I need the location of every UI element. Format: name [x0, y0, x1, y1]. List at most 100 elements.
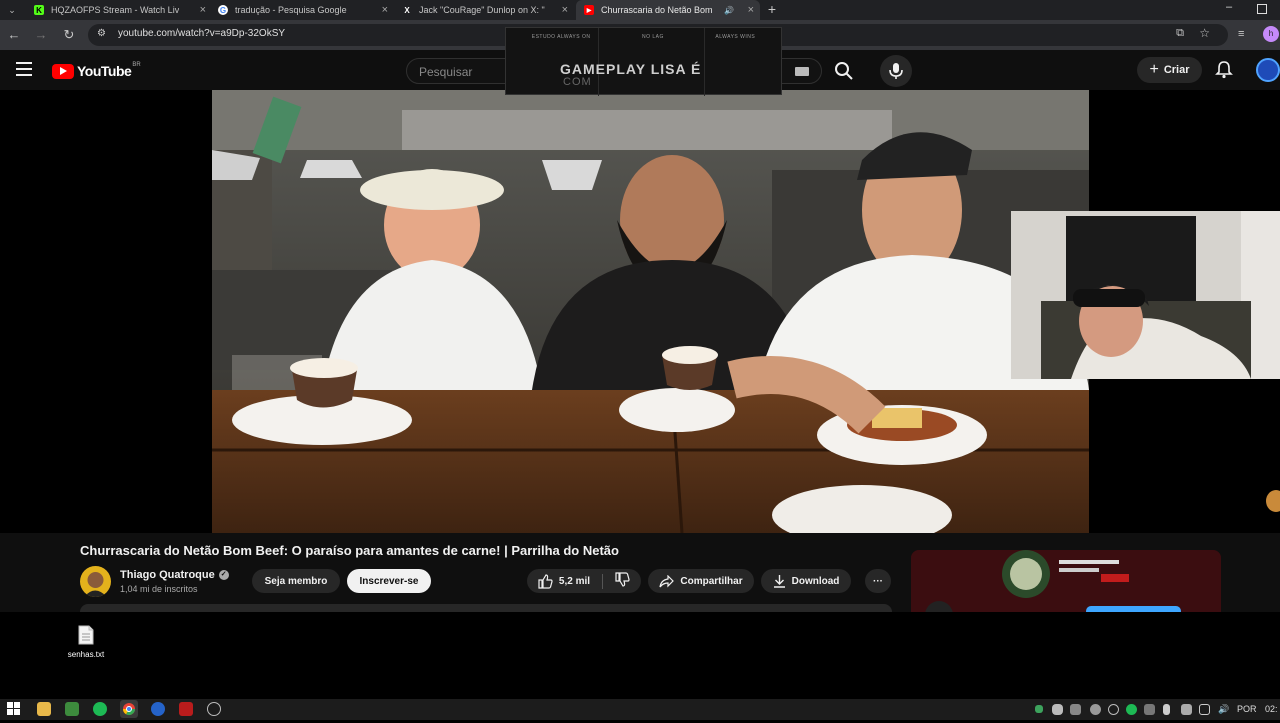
- tab-youtube-video[interactable]: ▶ Churrascaria do Netão Bom 🔊 ×: [576, 0, 760, 20]
- app-icon-blue[interactable]: [151, 702, 165, 716]
- x-icon: X: [404, 5, 410, 15]
- back-arrow-icon[interactable]: ←: [6, 27, 22, 43]
- microphone-tray-icon[interactable]: [1163, 704, 1170, 715]
- site-settings-icon[interactable]: ⚙: [97, 28, 106, 39]
- bookmark-star-icon[interactable]: ☆: [1199, 26, 1210, 40]
- windows-start-icon[interactable]: [7, 702, 21, 716]
- stream-overlay-banner: ESTUDO ALWAYS ON NO LAG ALWAYS WINS GAME…: [505, 27, 782, 96]
- url-text[interactable]: youtube.com/watch?v=a9Dp-32OkSY: [118, 28, 285, 39]
- share-label: Compartilhar: [680, 575, 743, 587]
- spotify-tray-icon[interactable]: [1126, 704, 1137, 715]
- discord-tray-icon[interactable]: [1052, 704, 1063, 715]
- menu-icon[interactable]: [16, 62, 32, 76]
- close-tab-icon[interactable]: ×: [562, 4, 568, 16]
- youtube-play-icon: [52, 63, 74, 79]
- thumbs-down-icon: [615, 572, 630, 587]
- channel-name[interactable]: Thiago Quatroque ✓: [120, 569, 229, 581]
- join-button[interactable]: Seja membro: [252, 569, 340, 593]
- download-label: Download: [791, 575, 840, 587]
- desktop-file-senhas[interactable]: senhas.txt: [58, 625, 114, 665]
- keyboard-icon[interactable]: [795, 67, 809, 76]
- maximize-window-button[interactable]: [1257, 4, 1267, 14]
- share-button[interactable]: Compartilhar: [648, 569, 754, 593]
- app-icon-settings[interactable]: [207, 702, 221, 716]
- tray-icon[interactable]: [1090, 704, 1101, 715]
- more-actions-button[interactable]: ···: [865, 569, 891, 593]
- create-button[interactable]: + Criar: [1137, 57, 1202, 83]
- like-dislike-group: 5,2 mil: [527, 569, 641, 593]
- overlay-divider: [704, 28, 705, 96]
- region-code: BR: [132, 62, 141, 68]
- spotify-icon[interactable]: [93, 702, 107, 716]
- side-peek-avatar[interactable]: [1266, 490, 1280, 512]
- like-count: 5,2 mil: [558, 575, 591, 587]
- new-tab-button[interactable]: +: [764, 0, 780, 20]
- youtube-icon: ▶: [584, 5, 594, 15]
- video-title: Churrascaria do Netão Bom Beef: O paraís…: [80, 543, 619, 558]
- minimize-window-button[interactable]: –: [1222, 1, 1236, 17]
- close-tab-icon[interactable]: ×: [382, 4, 388, 16]
- subscribe-button[interactable]: Inscrever-se: [347, 569, 431, 593]
- subscribe-label: Inscrever-se: [359, 575, 419, 587]
- create-label: Criar: [1163, 64, 1190, 76]
- download-icon: [773, 575, 785, 588]
- search-button[interactable]: [826, 58, 862, 84]
- chrome-icon[interactable]: [120, 700, 138, 718]
- description-box[interactable]: [80, 604, 892, 612]
- overlay-subtitle: COM: [563, 76, 592, 88]
- video-frame: [212, 90, 1089, 533]
- tray-icon[interactable]: [1070, 704, 1081, 715]
- channel-avatar[interactable]: [80, 566, 111, 597]
- tray-icon[interactable]: [1108, 704, 1119, 715]
- tray-icon-green[interactable]: [1035, 705, 1043, 713]
- subscriber-count: 1,04 mi de inscritos: [120, 584, 198, 594]
- overlay-column-label: ESTUDO ALWAYS ON: [531, 34, 591, 40]
- app-icon-red[interactable]: [179, 702, 193, 716]
- notifications-bell-icon[interactable]: [1214, 60, 1234, 80]
- clock[interactable]: 02:: [1265, 704, 1278, 714]
- like-button[interactable]: 5,2 mil: [538, 573, 604, 589]
- overlay-title: GAMEPLAY LISA É: [560, 61, 702, 77]
- video-player[interactable]: [212, 90, 1089, 533]
- kick-icon: K: [34, 5, 44, 15]
- share-icon: [659, 574, 675, 587]
- overlay-columns: ESTUDO ALWAYS ON NO LAG ALWAYS WINS: [506, 34, 781, 40]
- tray-icon[interactable]: [1144, 704, 1155, 715]
- install-app-icon[interactable]: ⧉: [1176, 27, 1184, 40]
- text-file-icon: [78, 625, 94, 645]
- audio-playing-icon[interactable]: 🔊: [724, 6, 734, 15]
- network-icon[interactable]: [1199, 704, 1210, 715]
- windows-taskbar: 🔊 POR 02:: [0, 699, 1280, 720]
- plus-icon: +: [1149, 61, 1159, 78]
- streamer-webcam: [1011, 211, 1280, 379]
- reload-icon[interactable]: ↻: [61, 27, 77, 43]
- tray-icon[interactable]: [1181, 704, 1192, 715]
- youtube-logo[interactable]: YouTube BR: [52, 62, 141, 80]
- keyboard-language[interactable]: POR: [1237, 704, 1257, 714]
- verified-check-icon: ✓: [218, 570, 229, 580]
- google-icon: G: [218, 5, 228, 15]
- forward-arrow-icon[interactable]: →: [33, 27, 49, 43]
- media-control-icon[interactable]: ≡: [1238, 28, 1244, 40]
- close-tab-icon[interactable]: ×: [200, 4, 206, 16]
- microphone-icon: [889, 63, 903, 79]
- tab-x-post[interactable]: X Jack "CouRage" Dunlop on X: " ×: [394, 0, 574, 20]
- tab-kick-stream[interactable]: K HQZAOFPS Stream - Watch Liv ×: [26, 0, 212, 20]
- tab-list-button[interactable]: ⌄: [4, 2, 20, 18]
- more-icon: ···: [873, 575, 883, 587]
- join-label: Seja membro: [264, 575, 328, 587]
- account-avatar[interactable]: [1256, 58, 1280, 82]
- download-button[interactable]: Download: [761, 569, 851, 593]
- channel-name-text: Thiago Quatroque: [120, 569, 215, 581]
- file-explorer-icon[interactable]: [37, 702, 51, 716]
- recommended-video-thumbnail[interactable]: [911, 550, 1221, 612]
- xbox-app-icon[interactable]: [65, 702, 79, 716]
- profile-avatar[interactable]: h: [1263, 26, 1279, 42]
- overlay-column-label: ALWAYS WINS: [715, 34, 756, 40]
- dislike-button[interactable]: [609, 572, 630, 590]
- voice-search-button[interactable]: [880, 55, 912, 87]
- close-tab-icon[interactable]: ×: [748, 4, 754, 16]
- tab-title: Jack "CouRage" Dunlop on X: ": [419, 5, 545, 15]
- tab-google-search[interactable]: G tradução - Pesquisa Google ×: [210, 0, 394, 20]
- volume-icon[interactable]: 🔊: [1218, 704, 1229, 715]
